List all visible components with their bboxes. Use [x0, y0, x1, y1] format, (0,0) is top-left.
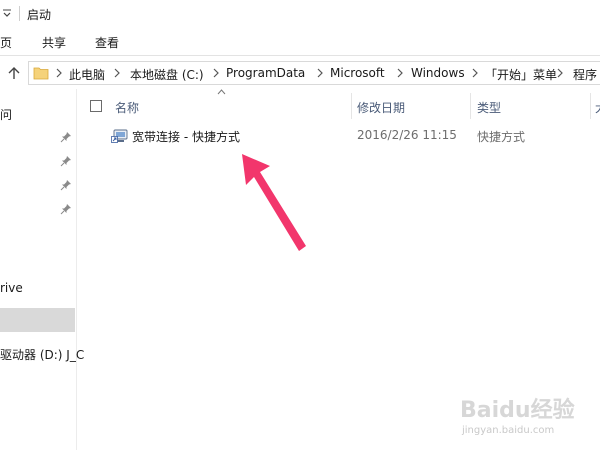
column-header-name[interactable]: 名称 — [115, 99, 139, 116]
pin-icon[interactable] — [60, 179, 72, 191]
breadcrumb-start-menu[interactable]: 「开始」菜单 — [485, 66, 557, 83]
pin-icon[interactable] — [60, 131, 72, 143]
breadcrumb-local-disk[interactable]: 本地磁盘 (C:) — [130, 66, 204, 83]
column-divider[interactable] — [470, 93, 471, 119]
tab-home[interactable]: 页 — [0, 34, 12, 51]
column-header-size[interactable]: 大 — [595, 99, 600, 116]
breadcrumb-chevron-icon[interactable] — [396, 68, 404, 78]
breadcrumb-windows[interactable]: Windows — [411, 66, 465, 80]
nav-item-selected[interactable] — [0, 308, 75, 332]
address-row: 此电脑 本地磁盘 (C:) ProgramData Microsoft Wind… — [0, 57, 600, 89]
breadcrumb-chevron-icon[interactable] — [212, 68, 220, 78]
window-title: 启动 — [27, 8, 52, 22]
watermark-logo-text: Baidu经验 — [460, 397, 575, 423]
pin-icon[interactable] — [60, 203, 72, 215]
file-name: 宽带连接 - 快捷方式 — [132, 130, 240, 144]
breadcrumb-chevron-icon[interactable] — [471, 68, 479, 78]
up-arrow-icon[interactable] — [6, 65, 22, 81]
select-all-checkbox[interactable] — [90, 100, 102, 112]
pin-icon[interactable] — [60, 155, 72, 167]
quick-access-separator — [19, 6, 20, 21]
nav-item-drive-d[interactable]: 驱动器 (D:) J_C — [0, 346, 84, 363]
watermark-logo: Baidu经验 — [460, 397, 575, 423]
breadcrumb-microsoft[interactable]: Microsoft — [330, 66, 385, 80]
annotation-arrow-icon — [242, 154, 306, 251]
nav-item-onedrive[interactable]: rive — [0, 281, 23, 295]
address-bar[interactable]: 此电脑 本地磁盘 (C:) ProgramData Microsoft Wind… — [28, 61, 600, 85]
breadcrumb-chevron-icon[interactable] — [316, 68, 324, 78]
breadcrumb-this-pc[interactable]: 此电脑 — [69, 66, 105, 83]
column-divider[interactable] — [590, 93, 591, 119]
column-divider[interactable] — [351, 93, 352, 119]
broadband-shortcut-icon — [111, 129, 128, 143]
watermark-url: jingyan.baidu.com — [462, 425, 555, 436]
ribbon: 页 共享 查看 — [0, 28, 600, 56]
column-header-date[interactable]: 修改日期 — [357, 99, 405, 116]
folder-icon — [33, 67, 49, 80]
tab-share[interactable]: 共享 — [42, 34, 66, 51]
file-row[interactable]: 宽带连接 - 快捷方式 2016/2/26 11:15 快捷方式 — [77, 124, 600, 148]
watermark: Baidu经验 jingyan.baidu.com — [456, 394, 596, 444]
nav-item-quick-access[interactable]: 问 — [0, 106, 12, 123]
title-bar: 启动 — [0, 0, 600, 28]
navigation-pane: 问 rive 驱动器 (D:) J_C — [0, 89, 84, 450]
breadcrumb-chevron-icon[interactable] — [55, 68, 63, 78]
column-header-type[interactable]: 类型 — [477, 99, 501, 116]
file-modified-date: 2016/2/26 11:15 — [357, 128, 457, 142]
file-type: 快捷方式 — [477, 130, 526, 144]
breadcrumb-chevron-icon[interactable] — [113, 68, 121, 78]
column-header-row: 名称 修改日期 类型 大 — [77, 93, 600, 119]
breadcrumb-chevron-icon[interactable] — [556, 68, 564, 78]
breadcrumb-programs[interactable]: 程序 — [573, 66, 597, 83]
breadcrumb-programdata[interactable]: ProgramData — [226, 66, 305, 80]
quick-access-chevron-icon[interactable] — [2, 6, 12, 20]
tab-view[interactable]: 查看 — [95, 34, 119, 51]
